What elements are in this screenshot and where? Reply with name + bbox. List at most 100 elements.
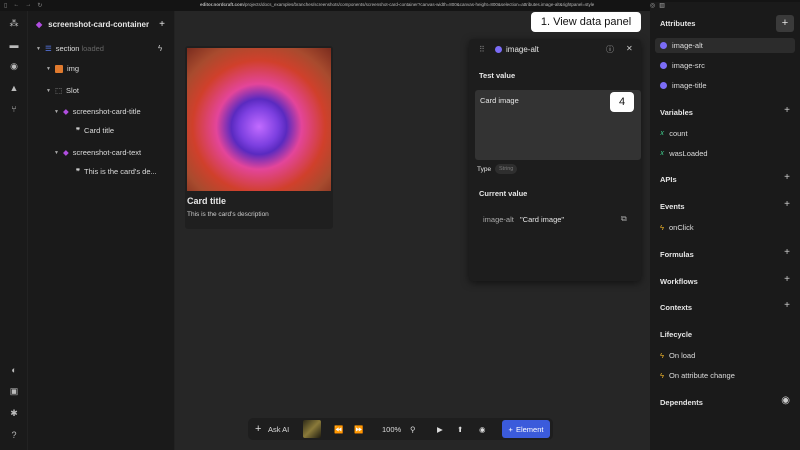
tree-node-section[interactable]: ▼ ☰ section loaded	[36, 44, 104, 53]
tree-node-text[interactable]: ❞ Card title	[76, 126, 114, 135]
lifecycle-label: On load	[668, 351, 696, 360]
sidebar-toggle-icon[interactable]: ▯	[4, 2, 7, 9]
variable-icon: 𝑥	[660, 128, 665, 137]
forward-icon[interactable]: →	[25, 2, 31, 9]
help-icon[interactable]: ⓘ	[606, 44, 614, 55]
bottom-toolbar: + Ask AI ⏪ ⏩ 100% ⚲ ▶ ⬆ ◉ + Element	[248, 418, 553, 440]
help-icon[interactable]: ?	[8, 429, 20, 441]
upload-icon[interactable]: ⬆	[457, 425, 463, 434]
add-context-button[interactable]: +	[784, 300, 790, 311]
zoom-icon[interactable]: ⚲	[410, 425, 416, 434]
node-badge: loaded	[81, 44, 104, 53]
url-domain: editor.nordcraft.com	[200, 2, 244, 7]
tree-node-card-title[interactable]: ▼ ◆ screenshot-card-title	[54, 107, 141, 116]
add-event-button[interactable]: +	[784, 199, 790, 210]
node-label: section	[55, 44, 80, 53]
dependents-heading: Dependents	[660, 398, 703, 407]
event-icon[interactable]: ϟ	[158, 44, 162, 53]
node-label: screenshot-card-title	[72, 107, 141, 116]
add-variable-button[interactable]: +	[784, 105, 790, 116]
events-heading: Events	[660, 202, 685, 211]
url-path: /projects/docs_examples/branches/screens…	[243, 2, 595, 7]
event-label: onClick	[668, 223, 694, 232]
folder-icon[interactable]: ▬	[8, 39, 20, 51]
bug-icon[interactable]: ✱	[8, 407, 20, 419]
warning-icon[interactable]: ▲	[8, 82, 20, 94]
data-panel: ⠿ image-alt ⓘ ✕ Test value Card image Ty…	[469, 39, 641, 281]
reload-icon[interactable]: ↻	[37, 2, 42, 9]
tree-node-slot[interactable]: ▼ ⬚ Slot	[46, 86, 79, 95]
add-formula-button[interactable]: +	[784, 247, 790, 258]
panel-title: image-alt	[506, 45, 539, 54]
node-label: Card title	[84, 126, 115, 135]
canvas[interactable]: Card title This is the card's descriptio…	[175, 11, 650, 450]
logo-icon[interactable]: ⁂	[8, 17, 20, 29]
add-component-button[interactable]: +	[159, 19, 165, 30]
tree-node-text[interactable]: ❞ This is the card's de...	[76, 167, 157, 176]
record-icon[interactable]: ◉	[479, 425, 486, 434]
lifecycle-on-attribute-change[interactable]: ϟ On attribute change	[660, 371, 735, 380]
annotation-4: 4	[610, 92, 634, 112]
lifecycle-on-load[interactable]: ϟ On load	[660, 351, 695, 360]
card-preview[interactable]: Card title This is the card's descriptio…	[185, 46, 333, 229]
copy-icon[interactable]: ⧉	[621, 214, 627, 224]
attribute-icon	[495, 46, 502, 53]
node-label: This is the card's de...	[84, 167, 157, 176]
tree-node-img[interactable]: ▼ img	[46, 64, 79, 73]
lifecycle-label: On attribute change	[668, 371, 735, 380]
formulas-heading: Formulas	[660, 250, 694, 259]
card-description: This is the card's description	[187, 211, 269, 218]
add-element-button[interactable]: + Element	[502, 420, 550, 438]
plus-icon: +	[255, 423, 262, 435]
zoom-level[interactable]: 100%	[382, 425, 401, 434]
lightning-icon: ϟ	[660, 371, 664, 380]
contexts-heading: Contexts	[660, 303, 693, 312]
variable-wasloaded[interactable]: 𝑥 wasLoaded	[660, 148, 708, 158]
attribute-image-title[interactable]: image-title	[660, 81, 707, 90]
play-icon[interactable]: ▶	[437, 425, 443, 434]
redo-icon[interactable]: ⏩	[354, 425, 363, 434]
add-api-button[interactable]: +	[784, 172, 790, 183]
tree-node-card-text[interactable]: ▼ ◆ screenshot-card-text	[54, 148, 141, 157]
current-value-label: Current value	[479, 189, 528, 198]
element-tree: ◆ screenshot-card-container + ▼ ☰ section loa…	[28, 11, 175, 450]
quote-icon: ❞	[76, 167, 81, 176]
undo-icon[interactable]: ⏪	[334, 425, 343, 434]
variable-count[interactable]: 𝑥 count	[660, 128, 688, 138]
plus-icon: +	[508, 424, 513, 434]
card-title: Card title	[187, 196, 227, 206]
attributes-heading: Attributes	[660, 19, 696, 28]
attribute-image-src[interactable]: image-src	[660, 61, 705, 70]
theme-icon[interactable]: ◉	[8, 60, 20, 72]
node-label: img	[66, 64, 80, 73]
back-icon[interactable]: ←	[13, 2, 19, 9]
drag-handle-icon[interactable]: ⠿	[479, 45, 485, 54]
test-value-label: Test value	[479, 71, 516, 80]
component-title: screenshot-card-container	[48, 19, 150, 29]
add-workflow-button[interactable]: +	[784, 274, 790, 285]
test-value-text: Card image	[480, 96, 519, 105]
add-element-label: Element	[515, 424, 544, 434]
variable-label: wasLoaded	[669, 148, 708, 158]
branch-icon[interactable]: ⑂	[8, 103, 20, 115]
close-icon[interactable]: ✕	[626, 44, 633, 53]
workflows-heading: Workflows	[660, 277, 698, 286]
component-icon: ◆	[62, 148, 69, 157]
component-icon: ◆	[62, 107, 69, 116]
ask-ai-button[interactable]: Ask AI	[268, 425, 289, 434]
component-icon: ◆	[36, 19, 43, 29]
quote-icon: ❞	[76, 126, 81, 135]
attribute-label: image-alt	[672, 41, 703, 50]
url-bar[interactable]: editor.nordcraft.com/projects/docs_examp…	[200, 2, 594, 7]
event-onclick[interactable]: ϟ onClick	[660, 223, 694, 232]
add-attribute-button[interactable]: +	[776, 15, 794, 32]
gift-icon[interactable]: ▣	[8, 385, 20, 397]
moon-icon[interactable]: ◐	[8, 364, 20, 376]
apis-heading: APIs	[660, 175, 677, 184]
attribute-icon	[660, 42, 667, 49]
type-label: Type	[477, 166, 492, 173]
attribute-image-alt[interactable]: image-alt	[660, 41, 703, 50]
current-value: "Card image"	[520, 215, 565, 224]
avatar[interactable]	[303, 420, 321, 438]
eye-icon[interactable]: ◉	[781, 395, 790, 406]
